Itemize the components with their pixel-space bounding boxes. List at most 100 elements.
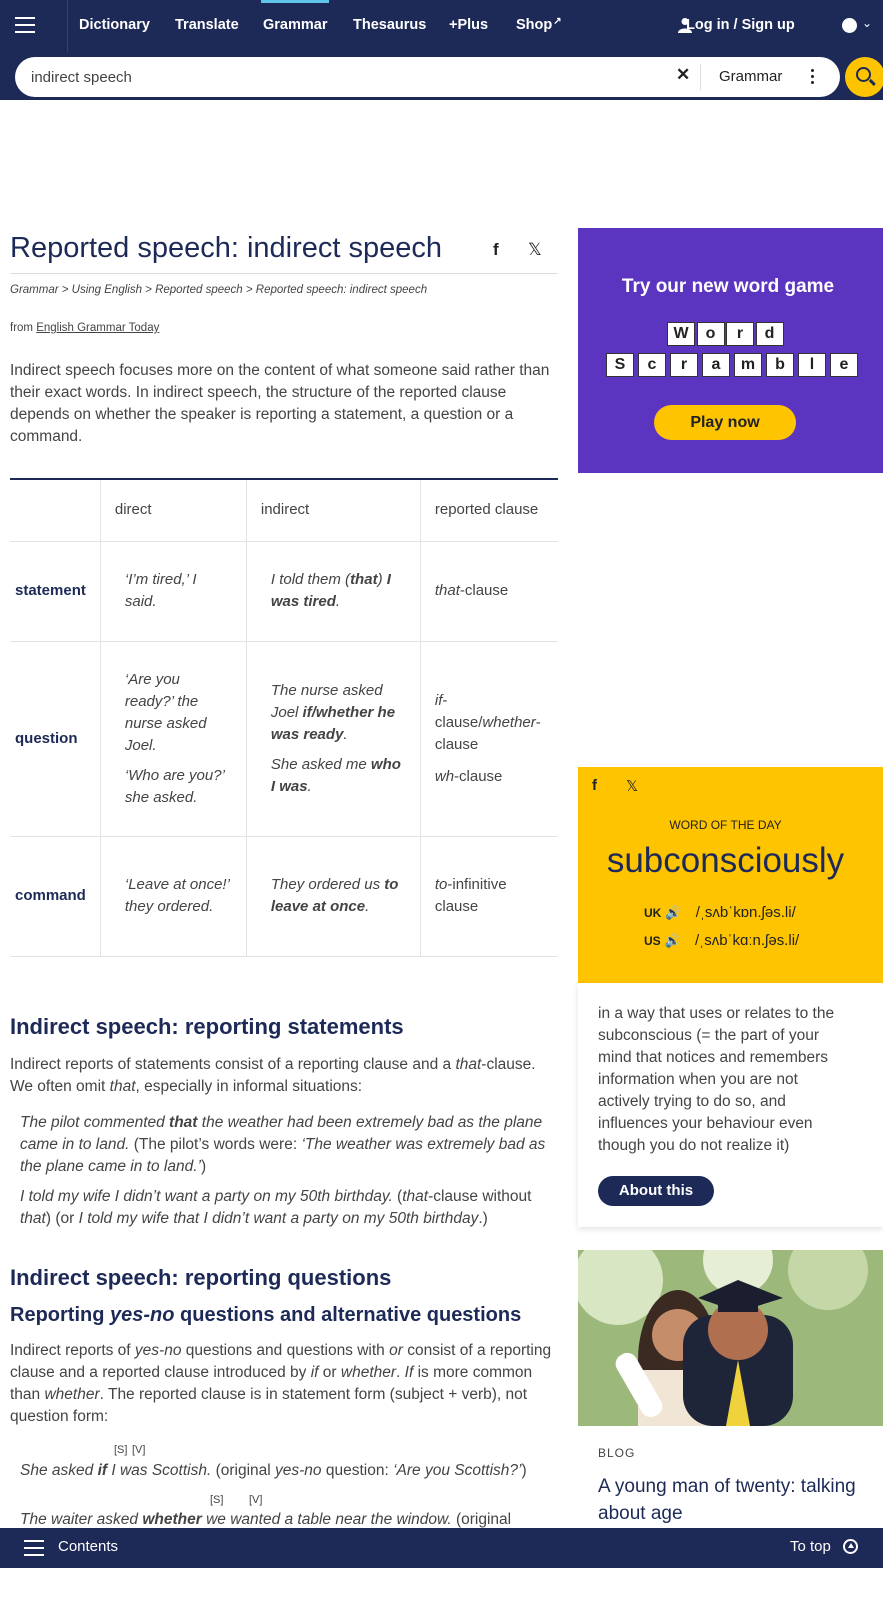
wotd-word[interactable]: subconsciously — [578, 841, 873, 881]
direct-cell: ‘I’m tired,’ I said. — [99, 541, 247, 642]
chevron-down-icon[interactable]: ⌄ — [862, 16, 872, 30]
table-header: direct — [99, 479, 247, 542]
reported-clause-cell: if-clause/whether-clause wh-clause — [419, 641, 558, 837]
blog-label: BLOG — [598, 1446, 636, 1460]
blog-title[interactable]: A young man of twenty: talking about age — [598, 1473, 868, 1527]
search-box: ✕ Grammar — [15, 57, 840, 97]
source-link[interactable]: English Grammar Today — [36, 322, 159, 334]
subject-marker: [S] — [210, 1494, 224, 1506]
letter-tile: b — [766, 353, 794, 377]
x-share-icon[interactable]: 𝕏 — [528, 240, 542, 260]
example-block: The pilot commented that the weather had… — [20, 1112, 558, 1238]
direct-cell: ‘Are you ready?’ the nurse asked Joel. ‘… — [99, 641, 247, 837]
speaker-icon[interactable]: 🔊 — [665, 933, 681, 949]
nav-shop-label: Shop — [516, 17, 553, 33]
globe-icon[interactable] — [842, 18, 857, 33]
nav-plus[interactable]: +Plus — [449, 0, 488, 52]
reported-clause-cell: that-clause — [419, 541, 558, 642]
table-row: command ‘Leave at once!’ they ordered. T… — [10, 836, 558, 957]
divider — [700, 64, 701, 90]
search-button[interactable] — [845, 57, 883, 97]
subsection-heading: Reporting yes-no questions and alternati… — [10, 1304, 522, 1326]
nav-translate[interactable]: Translate — [175, 0, 239, 52]
top-navigation: Dictionary Translate Grammar Thesaurus +… — [0, 0, 883, 52]
row-label: statement — [10, 541, 101, 642]
table-row: question ‘Are you ready?’ the nurse aske… — [10, 641, 558, 837]
blog-image[interactable] — [578, 1250, 883, 1426]
indirect-cell: The nurse asked Joel if/whether he was r… — [245, 641, 421, 837]
contents-menu-icon[interactable] — [24, 1540, 44, 1556]
example-text: ‘I’m tired,’ I said. — [124, 571, 197, 610]
table-row: statement ‘I’m tired,’ I said. I told th… — [10, 541, 558, 642]
contents-button[interactable]: Contents — [58, 1538, 118, 1555]
nav-dictionary[interactable]: Dictionary — [79, 0, 150, 52]
letter-tile: o — [696, 322, 725, 346]
to-top-button[interactable]: To top — [790, 1538, 831, 1555]
external-link-icon: ↗ — [553, 16, 562, 27]
reported-clause-cell: to-infinitive clause — [419, 836, 558, 957]
dictionary-select[interactable]: Grammar — [719, 68, 782, 85]
play-now-button[interactable]: Play now — [654, 405, 796, 440]
letter-tile: e — [830, 353, 858, 377]
facebook-share-icon[interactable]: f — [592, 777, 597, 794]
example-text: ‘Who are you?’ she asked. — [124, 766, 225, 806]
about-this-button[interactable]: About this — [598, 1176, 714, 1206]
page-title: Reported speech: indirect speech — [10, 232, 443, 264]
word-of-the-day: f 𝕏 WORD OF THE DAY subconsciously UK 🔊 /… — [578, 767, 883, 983]
direct-cell: ‘Leave at once!’ they ordered. — [99, 836, 247, 957]
x-share-icon[interactable]: 𝕏 — [626, 777, 638, 795]
table-header: reported clause — [419, 479, 558, 542]
source-prefix: from — [10, 322, 33, 334]
more-options-icon[interactable] — [804, 66, 822, 86]
speech-table: direct indirect reported clause statemen… — [10, 478, 558, 957]
us-label: US — [644, 934, 661, 948]
uk-label: UK — [644, 906, 662, 920]
indirect-cell: I told them (that) I was tired. — [245, 541, 421, 642]
word-game-promo[interactable]: Try our new word game Word Scramble Play… — [578, 228, 883, 473]
facebook-share-icon[interactable]: f — [493, 240, 499, 260]
letter-tile: d — [755, 322, 784, 346]
bottom-bar: Contents To top — [0, 1528, 883, 1568]
row-label: question — [10, 641, 101, 837]
letter-tile: W — [667, 322, 695, 346]
us-ipa: /ˌsʌbˈkɑːn.ʃəs.li/ — [695, 932, 800, 949]
example-text: She asked if I was Scottish. (original y… — [20, 1462, 527, 1479]
us-pronunciation: US 🔊 /ˌsʌbˈkɑːn.ʃəs.li/ — [644, 932, 799, 949]
wotd-definition-card: in a way that uses or relates to the sub… — [578, 983, 883, 1227]
subject-marker: [S] — [114, 1444, 128, 1456]
example-text: ‘Are you ready?’ the nurse asked Joel. — [124, 670, 207, 754]
nav-thesaurus[interactable]: Thesaurus — [353, 0, 426, 52]
section-heading: Indirect speech: reporting statements — [10, 1014, 404, 1039]
breadcrumb[interactable]: Grammar > Using English > Reported speec… — [10, 284, 427, 296]
letter-tile: r — [726, 322, 754, 346]
uk-ipa: /ˌsʌbˈkɒn.ʃəs.li/ — [695, 904, 796, 921]
letter-tile: a — [702, 353, 730, 377]
row-label: command — [10, 836, 101, 957]
uk-pronunciation: UK 🔊 /ˌsʌbˈkɒn.ʃəs.li/ — [644, 904, 796, 921]
section-paragraph: Indirect reports of yes-no questions and… — [10, 1342, 552, 1425]
source-line: from English Grammar Today — [10, 322, 159, 334]
table-header: indirect — [245, 479, 421, 542]
verb-marker: [V] — [249, 1494, 263, 1506]
nav-grammar[interactable]: Grammar — [260, 0, 330, 52]
speaker-icon[interactable]: 🔊 — [665, 905, 681, 921]
clear-icon[interactable]: ✕ — [676, 65, 690, 85]
arrow-up-icon[interactable] — [843, 1539, 858, 1554]
example-text: ‘Leave at once!’ they ordered. — [124, 876, 230, 915]
letter-tile: S — [606, 353, 634, 377]
nav-shop[interactable]: Shop↗ — [516, 0, 562, 52]
divider — [10, 273, 558, 274]
search-input[interactable] — [31, 57, 651, 97]
example-text: The pilot commented that the weather had… — [20, 1114, 546, 1175]
wotd-definition: in a way that uses or relates to the sub… — [598, 1005, 835, 1154]
search-bar: ✕ Grammar — [0, 52, 883, 100]
blog-card[interactable]: BLOG A young man of twenty: talking abou… — [578, 1250, 883, 1540]
letter-tile: l — [798, 353, 826, 377]
verb-marker: [V] — [132, 1444, 146, 1456]
login-link[interactable]: Log in / Sign up — [686, 0, 795, 52]
intro-paragraph: Indirect speech focuses more on the cont… — [10, 362, 550, 445]
example-text: I told my wife I didn’t want a party on … — [20, 1188, 532, 1227]
letter-tile: r — [670, 353, 698, 377]
menu-icon[interactable] — [0, 0, 68, 52]
indirect-cell: They ordered us to leave at once. — [245, 836, 421, 957]
